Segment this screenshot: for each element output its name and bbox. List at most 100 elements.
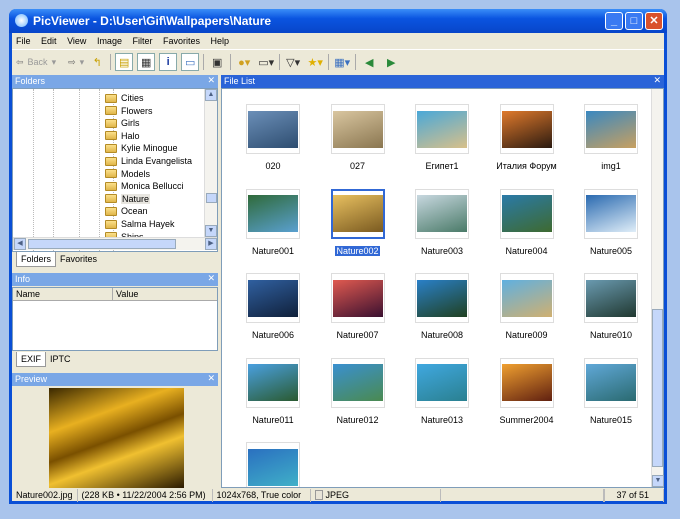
thumbnail-item[interactable]: Италия Форум — [487, 104, 567, 171]
tab-iptc[interactable]: IPTC — [46, 352, 75, 367]
tab-favorites[interactable]: Favorites — [56, 252, 102, 267]
back-button[interactable]: Back — [28, 57, 48, 67]
tree-guide-line — [53, 89, 54, 251]
menu-file[interactable]: File — [16, 36, 31, 46]
menu-filter[interactable]: Filter — [132, 36, 152, 46]
folders-panel-header: Folders ✕ — [12, 75, 218, 88]
thumbnail-image — [417, 364, 467, 401]
thumbnail-label: img1 — [601, 161, 621, 171]
thumbnail-label: Nature013 — [420, 414, 464, 425]
preview-icon[interactable]: ▭ — [181, 53, 200, 71]
folder-item[interactable]: Linda Evangelista — [105, 155, 192, 167]
thumbnail-item[interactable]: Nature010 — [571, 273, 651, 340]
thumbnail-frame — [330, 357, 385, 408]
thumbnail-frame — [246, 273, 300, 323]
folders-toggle-icon[interactable]: ▤ — [115, 53, 134, 71]
thumbnail-label: Nature003 — [420, 245, 464, 256]
folder-icon — [105, 181, 117, 191]
thumbnail-item[interactable]: Nature003 — [402, 188, 482, 256]
list-view-icon[interactable]: ▦ — [137, 53, 156, 71]
thumbnail-view-icon[interactable]: ▦▾ — [333, 53, 351, 71]
column-name[interactable]: Name — [13, 288, 113, 300]
window-icon[interactable]: ▣ — [208, 53, 226, 71]
thumbnail-item[interactable]: Nature002 — [318, 188, 398, 256]
folder-item[interactable]: Ocean — [105, 205, 148, 217]
thumbnail-item[interactable]: Nature008 — [402, 273, 482, 340]
open-folder-icon[interactable]: ●▾ — [235, 53, 253, 71]
close-icon[interactable]: ✕ — [207, 273, 215, 284]
folder-item[interactable]: Flowers — [105, 105, 153, 117]
thumbnail-item[interactable]: 020 — [233, 104, 313, 171]
thumbnail-image — [417, 110, 467, 148]
previous-image-icon[interactable]: ◀ — [360, 53, 378, 71]
thumbnail-item[interactable]: Египет1 — [402, 104, 482, 171]
thumbnail-label: 020 — [265, 161, 281, 171]
next-image-icon[interactable]: ▶ — [382, 53, 400, 71]
folder-tree: Cities Flowers Girls Halo Kylie Minogue Linda… — [12, 88, 218, 252]
folder-item[interactable]: Monica Bellucci — [105, 180, 184, 192]
close-icon[interactable]: ✕ — [207, 373, 215, 384]
forward-icon[interactable]: ⇨ — [68, 57, 76, 68]
thumbnail-item[interactable]: 027 — [318, 104, 398, 171]
thumbnail-item[interactable]: Nature001 — [233, 188, 313, 256]
folder-icon — [105, 169, 117, 179]
up-folder-icon[interactable]: ↰ — [88, 53, 106, 71]
thumbnail-item[interactable]: Nature005 — [571, 188, 651, 256]
thumbnail-image — [586, 195, 636, 232]
folder-label: Nature — [121, 193, 151, 204]
thumbnail-item[interactable]: Nature009 — [487, 273, 567, 340]
folder-item[interactable]: Nature — [105, 193, 151, 205]
favorites-star-icon[interactable]: ★▾ — [306, 53, 324, 71]
tab-exif[interactable]: EXIF — [16, 352, 47, 367]
thumbnail-image — [248, 195, 298, 232]
status-file-details: (228 KB • 11/22/2004 2:56 PM) — [78, 488, 213, 502]
tree-guide-line — [99, 89, 100, 251]
preview-image — [49, 388, 184, 488]
folder-label: Girls — [121, 118, 140, 129]
folder-item[interactable]: Models — [105, 168, 150, 180]
menu-edit[interactable]: Edit — [41, 36, 57, 46]
slideshow-icon[interactable]: ▭▾ — [257, 53, 275, 71]
close-icon[interactable]: ✕ — [207, 75, 215, 86]
folder-tree-horizontal-scrollbar[interactable]: ◀ ▶ — [13, 237, 217, 250]
thumbnail-image — [248, 110, 298, 148]
thumbnail-item[interactable]: Nature016 — [233, 442, 313, 487]
info-icon[interactable]: i — [159, 53, 178, 71]
folder-item[interactable]: Kylie Minogue — [105, 142, 178, 154]
thumbnail-item[interactable]: Nature012 — [318, 357, 398, 425]
thumbnail-frame — [330, 104, 385, 154]
folder-item[interactable]: Salma Hayek — [105, 218, 175, 230]
tab-folders[interactable]: Folders — [16, 252, 57, 267]
menu-favorites[interactable]: Favorites — [163, 36, 200, 46]
status-dimensions: 1024x768, True color — [213, 488, 311, 502]
thumbnail-item[interactable]: img1 — [571, 104, 651, 171]
folder-item[interactable]: Girls — [105, 117, 140, 129]
thumbnail-label: Nature007 — [336, 330, 379, 340]
thumbnail-item[interactable]: Nature006 — [233, 273, 313, 340]
back-icon[interactable]: ⇦ — [16, 57, 24, 68]
thumbnail-frame — [584, 188, 638, 239]
maximize-button[interactable]: □ — [625, 12, 643, 30]
thumbnail-item[interactable]: Nature004 — [487, 188, 567, 256]
thumbnail-item[interactable]: Summer2004 — [487, 357, 567, 425]
file-list-scrollbar[interactable]: ▼ — [651, 89, 664, 487]
menu-image[interactable]: Image — [97, 36, 122, 46]
close-icon[interactable]: ✕ — [653, 75, 661, 86]
menu-help[interactable]: Help — [211, 36, 230, 46]
thumbnail-item[interactable]: Nature013 — [402, 357, 482, 425]
column-value[interactable]: Value — [113, 288, 141, 300]
thumbnail-item[interactable]: Nature007 — [318, 273, 398, 340]
thumbnail-label: Nature001 — [251, 245, 295, 256]
menu-view[interactable]: View — [67, 36, 86, 46]
thumbnail-image — [332, 364, 383, 401]
filter-icon[interactable]: ▽▾ — [284, 53, 302, 71]
minimize-button[interactable]: _ — [605, 12, 623, 30]
folder-tree-vertical-scrollbar[interactable]: ▲ ▼ — [204, 89, 217, 237]
close-button[interactable]: ✕ — [645, 12, 663, 30]
thumbnail-item[interactable]: Nature011 — [233, 357, 313, 425]
folder-icon — [105, 143, 117, 153]
thumbnail-item[interactable]: Nature015 — [571, 357, 651, 425]
folder-icon — [105, 194, 117, 204]
folder-item[interactable]: Halo — [105, 130, 140, 142]
folder-item[interactable]: Cities — [105, 92, 144, 104]
